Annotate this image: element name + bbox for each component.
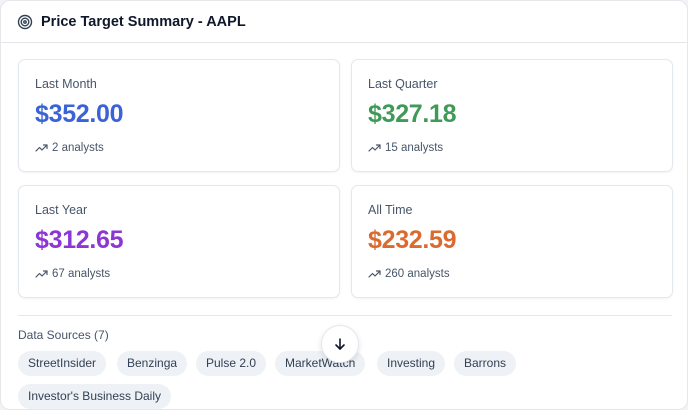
source-chip[interactable]: Benzinga: [117, 351, 188, 376]
data-sources-heading: Data Sources (7): [18, 328, 109, 342]
card-label: All Time: [368, 203, 413, 217]
card-label: Last Year: [35, 203, 88, 217]
page-title: Price Target Summary - AAPL: [41, 13, 246, 30]
card-analyst-count: 67 analysts: [35, 267, 110, 280]
card-price: $327.18: [368, 100, 457, 128]
card-price: $232.59: [368, 226, 457, 254]
card-label: Last Month: [35, 77, 97, 91]
source-chip[interactable]: Investing: [377, 351, 446, 376]
card-analyst-count: 2 analysts: [35, 141, 104, 154]
source-chip[interactable]: Investor's Business Daily: [18, 384, 172, 409]
price-card-last-year: Last Year $312.65 67 analysts: [18, 185, 340, 298]
source-chip[interactable]: StreetInsider: [18, 351, 107, 376]
trending-up-icon: [368, 141, 381, 154]
trending-up-icon: [35, 141, 48, 154]
analyst-count-text: 15 analysts: [385, 141, 444, 154]
analyst-count-text: 260 analysts: [385, 267, 450, 280]
analyst-count-text: 2 analysts: [52, 141, 104, 154]
arrow-down-icon: [333, 337, 347, 351]
panel-header: Price Target Summary - AAPL: [1, 1, 687, 43]
price-card-last-quarter: Last Quarter $327.18 15 analysts: [351, 59, 673, 172]
card-price: $312.65: [35, 226, 124, 254]
price-card-all-time: All Time $232.59 260 analysts: [351, 185, 673, 298]
card-analyst-count: 260 analysts: [368, 267, 450, 280]
scroll-down-button[interactable]: [321, 325, 359, 363]
trending-up-icon: [35, 267, 48, 280]
price-target-summary-panel: Price Target Summary - AAPL Last Month $…: [0, 0, 688, 410]
card-analyst-count: 15 analysts: [368, 141, 443, 154]
target-icon: [17, 14, 33, 30]
source-chip[interactable]: Pulse 2.0: [196, 351, 267, 376]
section-divider: [18, 315, 672, 316]
price-card-last-month: Last Month $352.00 2 analysts: [18, 59, 340, 172]
card-price: $352.00: [35, 100, 124, 128]
trending-up-icon: [368, 267, 381, 280]
analyst-count-text: 67 analysts: [52, 267, 111, 280]
source-chip[interactable]: Barrons: [454, 351, 517, 376]
card-label: Last Quarter: [368, 77, 438, 91]
